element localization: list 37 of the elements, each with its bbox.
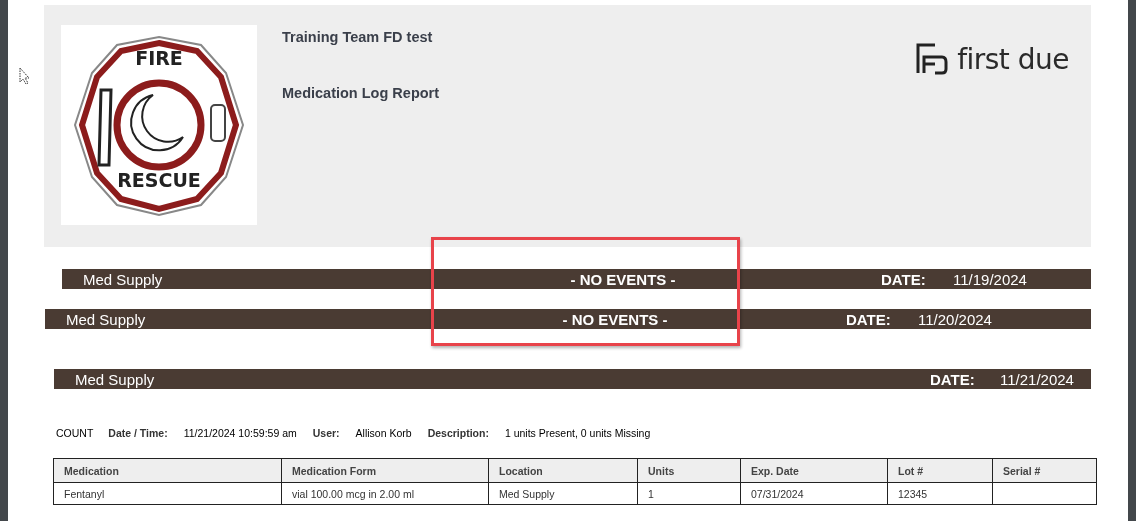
event-type: COUNT — [56, 427, 94, 439]
table-cell: vial 100.00 mcg in 2.00 ml — [281, 482, 489, 505]
mouse-pointer-icon — [19, 67, 31, 85]
description-label: Description: — [427, 427, 489, 439]
status-text: - NO EVENTS - — [569, 270, 677, 288]
date-time-label: Date / Time: — [108, 427, 168, 439]
date-label: DATE: — [930, 370, 976, 388]
table-cell: Med Supply — [488, 482, 638, 505]
location-name: Med Supply — [82, 270, 164, 288]
location-name: Med Supply — [65, 310, 147, 328]
user-value: Allison Korb — [355, 427, 412, 439]
description-value: 1 units Present, 0 units Missing — [504, 427, 651, 439]
brand-logo-icon — [915, 42, 950, 76]
date-value: 11/21/2024 — [1000, 370, 1075, 388]
report-title: Medication Log Report — [282, 85, 440, 101]
date-value: 11/19/2024 — [953, 270, 1028, 288]
date-label: DATE: — [881, 270, 927, 288]
column-header: Medication Form — [281, 458, 489, 483]
date-label: DATE: — [846, 310, 892, 328]
column-header: Medication — [53, 458, 282, 483]
status-text: - NO EVENTS - — [561, 310, 669, 328]
column-header: Lot # — [887, 458, 993, 483]
brand-name: first due — [957, 42, 1069, 76]
column-header: Exp. Date — [740, 458, 888, 483]
organization-name: Training Team FD test — [282, 29, 434, 47]
date-value: 11/20/2024 — [918, 310, 993, 328]
location-name: Med Supply — [74, 370, 156, 388]
column-header: Serial # — [992, 458, 1097, 483]
table-cell: 07/31/2024 — [740, 482, 888, 505]
column-header: Location — [488, 458, 638, 483]
date-time-value: 11/21/2024 10:59:59 am — [183, 427, 297, 439]
fire-rescue-logo: FIRE RESCUE — [61, 25, 257, 225]
table-cell: 12345 — [887, 482, 993, 505]
table-cell: 1 — [637, 482, 741, 505]
table-cell: Fentanyl — [53, 482, 282, 505]
column-header: Units — [637, 458, 741, 483]
user-label: User: — [312, 427, 340, 439]
